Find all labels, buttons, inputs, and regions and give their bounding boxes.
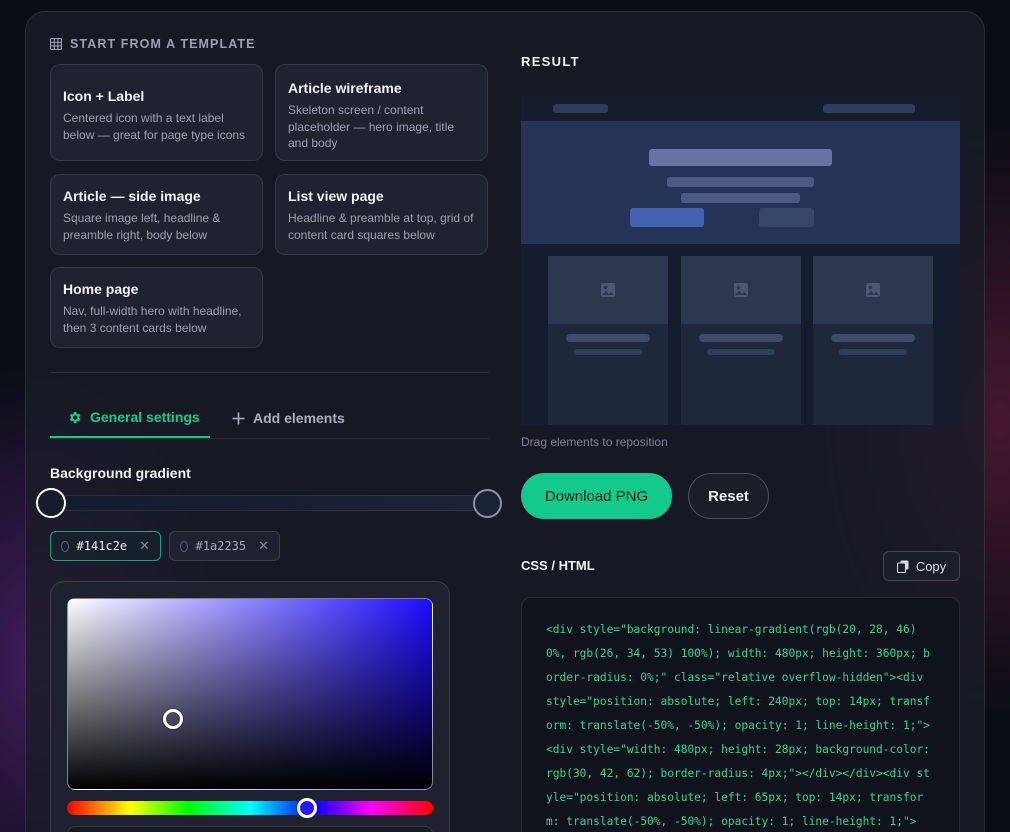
hero-headline-block[interactable] (649, 149, 832, 166)
content-card[interactable] (813, 256, 933, 425)
nav-links-block[interactable] (823, 104, 915, 113)
tab-general-settings[interactable]: General settings (50, 398, 210, 438)
copy-label: Copy (915, 558, 947, 574)
close-icon[interactable]: ✕ (139, 539, 150, 554)
card-image-block (548, 256, 668, 324)
hue-handle[interactable] (297, 798, 317, 818)
template-card-article-wireframe[interactable]: Article wireframe Skeleton screen / cont… (275, 64, 488, 161)
templates-heading-text: START FROM A TEMPLATE (70, 37, 256, 51)
reset-button[interactable]: Reset (688, 473, 769, 519)
color-swatch (61, 540, 69, 552)
card-text-line (574, 349, 642, 355)
template-description: Square image left, headline & preamble r… (63, 211, 221, 242)
template-description: Nav, full-width hero with headline, then… (63, 304, 242, 335)
template-card-icon-label[interactable]: Icon + Label Centered icon with a text l… (50, 64, 263, 161)
image-icon (866, 283, 880, 297)
template-title: Article — side image (63, 188, 201, 204)
gradient-slider[interactable] (50, 495, 488, 511)
code-output[interactable]: <div style="background: linear-gradient(… (521, 597, 960, 832)
gear-icon (69, 411, 81, 423)
settings-tabs: General settings Add elements (50, 398, 489, 439)
tab-label: Add elements (253, 410, 345, 426)
background-gradient-label: Background gradient (50, 465, 191, 481)
hue-slider[interactable] (67, 801, 433, 815)
gradient-stop-handle-end[interactable] (473, 489, 502, 518)
grid-icon (50, 38, 62, 50)
color-stop-chip[interactable]: #1a2235 ✕ (169, 531, 280, 561)
card-image-block (813, 256, 933, 324)
card-title-line (699, 334, 783, 342)
section-divider (50, 372, 489, 373)
card-title-line (831, 334, 915, 342)
hero-primary-button-block[interactable] (630, 208, 704, 227)
card-text-line (839, 349, 907, 355)
template-description: Centered icon with a text label below — … (63, 111, 246, 142)
color-stop-value: #141c2e (76, 539, 128, 553)
plus-icon (232, 412, 245, 424)
drag-hint: Drag elements to reposition (521, 435, 668, 449)
content-card[interactable] (681, 256, 801, 425)
template-title: Icon + Label (63, 88, 145, 104)
hero-block[interactable] (521, 121, 960, 244)
card-title-line (566, 334, 650, 342)
copy-button[interactable]: Copy (883, 551, 960, 581)
hero-secondary-button-block[interactable] (759, 208, 814, 227)
color-stop-chip[interactable]: #141c2e ✕ (50, 531, 161, 561)
result-heading: RESULT (521, 54, 580, 69)
hero-text-line[interactable] (681, 193, 800, 203)
template-card-list-view-page[interactable]: List view page Headline & preamble at to… (275, 174, 488, 255)
hero-text-line[interactable] (667, 177, 814, 187)
download-png-button[interactable]: Download PNG (521, 473, 672, 519)
code-heading: CSS / HTML (521, 558, 595, 573)
content-card[interactable] (548, 256, 668, 425)
saturation-value-area[interactable] (67, 598, 433, 790)
image-icon (601, 283, 615, 297)
color-hex-input[interactable] (67, 826, 433, 832)
template-description: Skeleton screen / content placeholder — … (288, 103, 455, 150)
template-card-home-page[interactable]: Home page Nav, full-width hero with head… (50, 267, 263, 348)
template-description: Headline & preamble at top, grid of cont… (288, 211, 474, 242)
template-card-article-side-image[interactable]: Article — side image Square image left, … (50, 174, 263, 255)
image-icon (734, 283, 748, 297)
template-title: Article wireframe (288, 80, 402, 96)
close-icon[interactable]: ✕ (258, 539, 269, 554)
card-image-block (681, 256, 801, 324)
code-text: <div style="background: linear-gradient(… (546, 623, 937, 828)
nav-logo-block[interactable] (553, 104, 608, 113)
color-picker (50, 581, 450, 832)
template-title: List view page (288, 188, 384, 204)
template-title: Home page (63, 281, 139, 297)
card-text-line (707, 349, 775, 355)
copy-icon (896, 560, 909, 573)
color-swatch (180, 540, 188, 552)
tab-add-elements[interactable]: Add elements (232, 398, 345, 438)
saturation-handle[interactable] (163, 709, 183, 729)
result-canvas[interactable] (521, 96, 960, 425)
templates-heading: START FROM A TEMPLATE (50, 37, 256, 51)
gradient-stop-handle-start[interactable] (36, 488, 66, 518)
color-stop-value: #1a2235 (195, 539, 247, 553)
tab-label: General settings (90, 409, 200, 425)
